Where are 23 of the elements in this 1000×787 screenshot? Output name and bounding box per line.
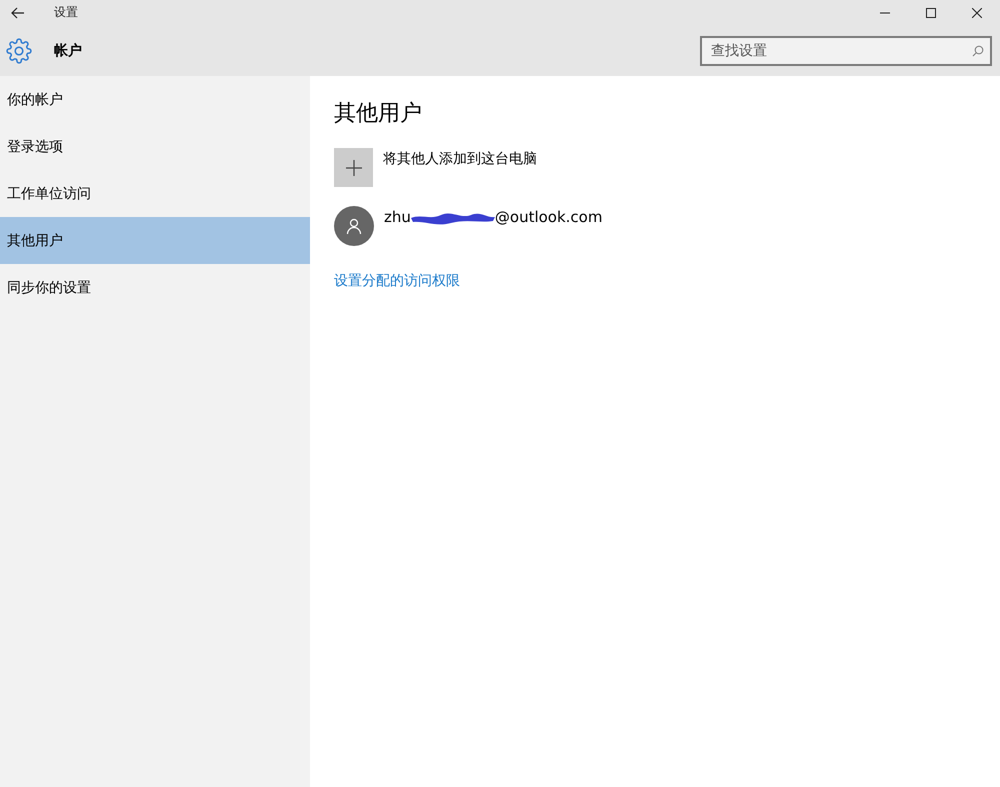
assigned-access-link[interactable]: 设置分配的访问权限 — [334, 272, 976, 290]
close-icon — [972, 8, 982, 18]
sidebar-item[interactable]: 同步你的设置 — [0, 264, 310, 311]
sidebar-item[interactable]: 工作单位访问 — [0, 170, 310, 217]
maximize-icon — [926, 8, 936, 18]
user-avatar[interactable] — [334, 206, 374, 246]
add-user-button[interactable] — [334, 148, 373, 187]
add-user-label[interactable]: 将其他人添加到这台电脑 — [383, 150, 537, 168]
minimize-icon — [880, 12, 890, 14]
section-heading: 其他用户 — [334, 100, 423, 128]
sidebar-item[interactable]: 其他用户 — [0, 217, 310, 264]
sidebar-item[interactable]: 登录选项 — [0, 123, 310, 170]
plus-icon — [346, 160, 362, 176]
page-title: 帐户 — [54, 42, 83, 60]
gear-icon — [6, 38, 32, 64]
account-email-start: zhu — [384, 208, 411, 226]
sidebar-item[interactable]: 你的帐户 — [0, 76, 310, 123]
window-title: 设置 — [54, 4, 79, 21]
back-arrow-icon — [11, 6, 25, 18]
person-icon — [346, 218, 362, 234]
search-icon — [972, 44, 984, 56]
search-field[interactable]: 查找设置 — [700, 36, 992, 66]
account-email-end: @outlook.com — [494, 208, 602, 226]
